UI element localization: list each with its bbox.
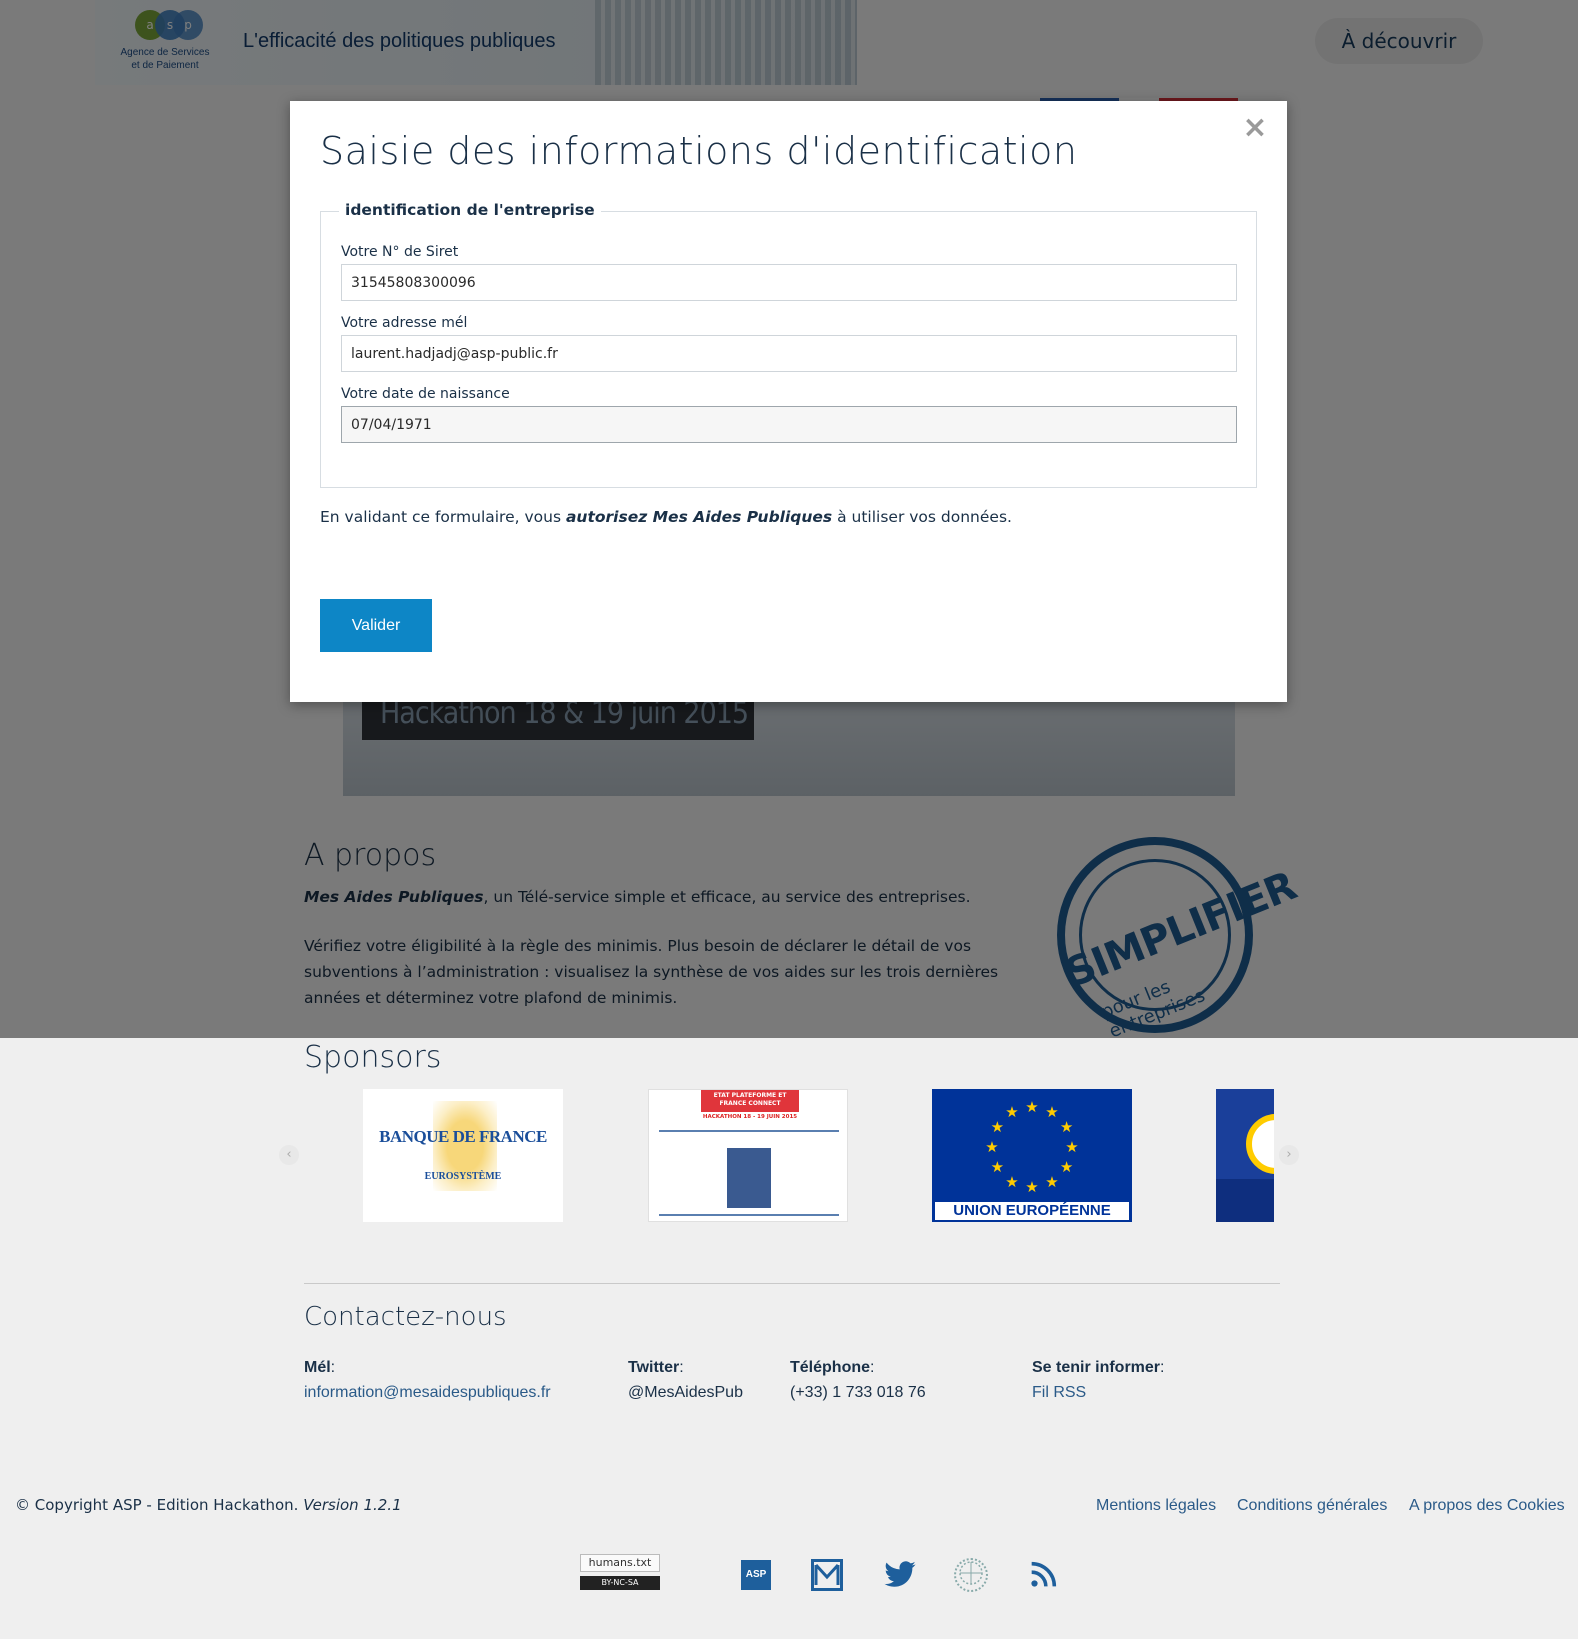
- contact-label-news-text: Se tenir informer: [1032, 1359, 1161, 1376]
- eu-star-icon: ★: [1059, 1158, 1074, 1176]
- eu-star-icon: ★: [1059, 1118, 1074, 1136]
- contact-label-twitter-text: Twitter: [628, 1359, 680, 1376]
- contact-label-mail-text: Mél: [304, 1359, 331, 1376]
- carousel-prev-icon[interactable]: ‹: [279, 1145, 299, 1165]
- email-input[interactable]: [341, 335, 1237, 372]
- copyright-text: © Copyright ASP - Edition Hackathon.: [15, 1496, 299, 1514]
- contact-title: Contactez-nous: [304, 1302, 507, 1332]
- mail-icon-glyph: [814, 1563, 840, 1585]
- eu-star-icon: ★: [1025, 1098, 1039, 1116]
- contact-rss-link[interactable]: Fil RSS: [1032, 1384, 1086, 1402]
- footer-link-conditions[interactable]: Conditions générales: [1237, 1497, 1387, 1515]
- contact-mail-link[interactable]: information@mesaidespubliques.fr: [304, 1384, 551, 1402]
- contact-label-phone: Téléphone:: [790, 1359, 875, 1376]
- hackathon-dates: HACKATHON 18 - 19 JUIN 2015: [702, 1114, 798, 1120]
- contact-label-mail: Mél:: [304, 1359, 336, 1376]
- sponsor-banque-de-france[interactable]: BANQUE DE FRANCE EUROSYSTÈME: [363, 1089, 563, 1222]
- rss-icon[interactable]: [1026, 1558, 1060, 1592]
- bdf-name: BANQUE DE FRANCE: [379, 1127, 547, 1146]
- fieldset-legend: identification de l'entreprise: [339, 201, 601, 219]
- bdf-subtitle: EUROSYSTÈME: [424, 1171, 502, 1182]
- eu-star-icon: ★: [1045, 1172, 1059, 1191]
- sponsor-union-europeenne[interactable]: ★ ★ ★ ★ ★ ★ ★ ★ ★ ★ ★ ★ UNION EUROPÉENNE: [932, 1089, 1132, 1222]
- copyright: © Copyright ASP - Edition Hackathon. Ver…: [15, 1496, 402, 1514]
- humans-txt-label: humans.txt: [580, 1554, 660, 1572]
- contact-label-phone-text: Téléphone: [790, 1359, 871, 1376]
- birthdate-label: Votre date de naissance: [341, 386, 510, 402]
- version: Version 1.2.1: [303, 1496, 402, 1514]
- hackathon-banner: ETAT PLATEFORME ET FRANCE CONNECT: [701, 1090, 799, 1112]
- eu-star-icon: ★: [1045, 1103, 1059, 1122]
- sponsor-hackathon-poster[interactable]: ETAT PLATEFORME ET FRANCE CONNECT HACKAT…: [648, 1089, 848, 1222]
- eu-stars-circle: ★ ★ ★ ★ ★ ★ ★ ★ ★ ★ ★ ★: [984, 1099, 1080, 1195]
- partial-logo-wave: [1216, 1179, 1274, 1222]
- eu-star-icon: ★: [990, 1158, 1005, 1176]
- rss-glyph: [1031, 1561, 1057, 1587]
- mail-icon[interactable]: [811, 1559, 843, 1591]
- wiki-icon[interactable]: [954, 1558, 988, 1592]
- contact-twitter-handle: @MesAidesPub: [628, 1384, 743, 1401]
- sponsors-title: Sponsors: [304, 1040, 442, 1075]
- close-icon[interactable]: ×: [1240, 113, 1270, 143]
- siret-label: Votre N° de Siret: [341, 244, 459, 260]
- contact-label-twitter: Twitter:: [628, 1359, 684, 1376]
- consent-notice-after: à utiliser vos données.: [832, 508, 1012, 526]
- eu-star-icon: ★: [985, 1138, 999, 1156]
- twitter-icon[interactable]: [883, 1558, 917, 1592]
- carousel-next-icon[interactable]: ›: [1279, 1145, 1299, 1165]
- sponsor-partial-logo[interactable]: [1216, 1089, 1274, 1222]
- identification-modal: × Saisie des informations d'identificati…: [290, 101, 1287, 702]
- eu-star-icon: ★: [990, 1118, 1005, 1136]
- consent-notice: En validant ce formulaire, vous autorise…: [320, 508, 1012, 526]
- eu-star-icon: ★: [1065, 1138, 1079, 1156]
- humans-txt-icon[interactable]: humans.txt BY-NC-SA: [580, 1554, 662, 1594]
- company-identification-fieldset: identification de l'entreprise Votre N° …: [320, 201, 1257, 488]
- submit-button[interactable]: Valider: [320, 599, 432, 652]
- twitter-bird-glyph: [884, 1561, 916, 1587]
- eu-name: UNION EUROPÉENNE: [935, 1202, 1129, 1220]
- eu-star-icon: ★: [1005, 1172, 1019, 1191]
- eu-star-icon: ★: [1005, 1103, 1019, 1122]
- license-badge-icon: BY-NC-SA: [580, 1576, 660, 1590]
- globe-glyph: [959, 1561, 983, 1585]
- partial-logo-disc: [1246, 1114, 1274, 1174]
- consent-notice-emphasis: autorisez Mes Aides Publiques: [565, 508, 833, 526]
- eu-star-icon: ★: [1025, 1178, 1039, 1196]
- email-label: Votre adresse mél: [341, 315, 468, 331]
- consent-notice-before: En validant ce formulaire, vous: [320, 508, 566, 526]
- hackathon-building-illustration: [727, 1148, 771, 1208]
- footer-link-mentions[interactable]: Mentions légales: [1096, 1497, 1216, 1515]
- section-divider: [304, 1283, 1280, 1284]
- contact-phone: (+33) 1 733 018 76: [790, 1384, 926, 1401]
- modal-title: Saisie des informations d'identification: [320, 129, 1078, 173]
- siret-input[interactable]: [341, 264, 1237, 301]
- birthdate-input[interactable]: [341, 406, 1237, 443]
- contact-label-news: Se tenir informer:: [1032, 1359, 1165, 1376]
- footer-link-cookies[interactable]: A propos des Cookies: [1409, 1497, 1565, 1515]
- asp-icon[interactable]: ASP: [741, 1560, 771, 1590]
